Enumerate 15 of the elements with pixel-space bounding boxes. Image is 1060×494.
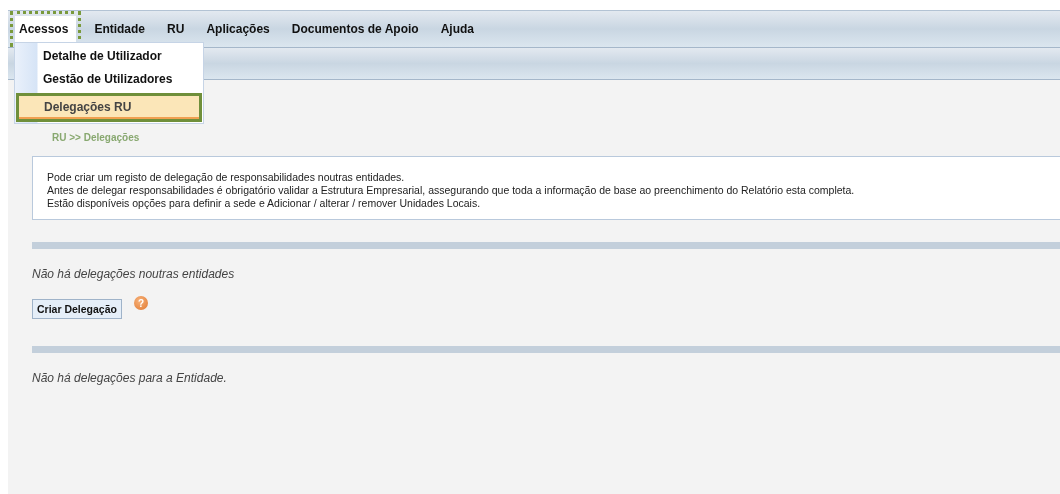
menu-item[interactable]: Aplicações: [202, 16, 278, 42]
breadcrumb: RU >> Delegações: [52, 132, 141, 143]
info-text: Estão disponíveis opções para definir a sede e Adicionar / alterar / remover Unidades Locais.: [47, 197, 482, 210]
empty-message: Não há delegações noutras entidades: [32, 267, 236, 281]
menu-item[interactable]: Entidade: [90, 16, 154, 42]
empty-message: Não há delegações para a Entidade.: [32, 371, 228, 385]
info-text: Antes de delegar responsabilidades é obrigatório validar a Estrutura Empresarial, assegurando que toda a informação de base ao preenchimento do Relatório esta completa.: [47, 184, 856, 197]
dropdown-item[interactable]: Gestão de Utilizadores: [15, 68, 203, 91]
menu-item[interactable]: Documentos de Apoio: [287, 16, 427, 42]
create-delegation-button[interactable]: Criar Delegação: [32, 299, 122, 319]
info-text: Pode criar um registo de delegação de responsabilidades noutras entidades.: [47, 171, 406, 184]
menu-item[interactable]: RU: [163, 16, 193, 42]
dropdown-item[interactable]: Detalhe de Utilizador: [15, 45, 203, 68]
menu-item[interactable]: Ajuda: [436, 16, 482, 42]
dropdown-item[interactable]: Delegações RU: [16, 93, 202, 122]
